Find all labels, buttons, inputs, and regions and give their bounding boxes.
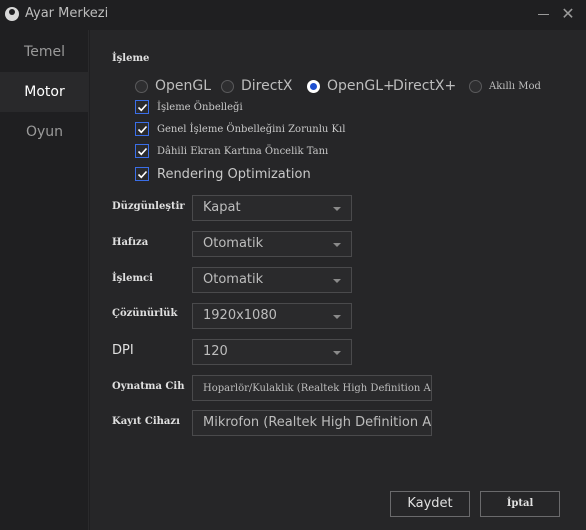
check-icon	[135, 144, 149, 158]
render-section-label: İşleme	[112, 53, 150, 64]
select-value: Otomatik	[203, 272, 264, 287]
recording-device-label: Kayıt Cihazı	[112, 416, 180, 427]
radio-label: Akıllı Mod	[489, 80, 541, 92]
sidebar-item-motor[interactable]: Motor	[0, 72, 89, 112]
checkbox-integrated-gpu-priority[interactable]: Dâhili Ekran Kartına Öncelik Tanı	[135, 142, 328, 160]
cpu-select[interactable]: Otomatik	[192, 267, 352, 293]
select-value: Otomatik	[203, 236, 264, 251]
memory-select[interactable]: Otomatik	[192, 231, 352, 257]
checkbox-label: İşleme Önbelleği	[157, 101, 243, 113]
settings-panel: İşleme OpenGL DirectX OpenGL+ DirectX+ A…	[90, 30, 586, 530]
cpu-label: İşlemci	[112, 273, 153, 284]
radio-dot	[221, 79, 234, 93]
save-button[interactable]: Kaydet	[390, 491, 470, 517]
close-icon: ✕	[561, 4, 575, 23]
radio-directx-plus[interactable]: DirectX+	[393, 76, 456, 96]
title-bar: Ayar Merkezi ✕	[0, 0, 586, 30]
radio-opengl[interactable]: OpenGL	[135, 76, 211, 96]
check-icon	[135, 100, 149, 114]
resolution-label: Çözünürlük	[112, 308, 178, 319]
app-logo-icon	[5, 7, 19, 21]
playback-device-label: Oynatma Cih	[112, 381, 185, 392]
radio-dot	[307, 79, 320, 93]
select-value: Mikrofon (Realtek High Definition Audio)	[203, 415, 431, 430]
radio-dot	[469, 79, 482, 93]
check-icon	[135, 167, 149, 181]
chevron-down-icon	[333, 279, 341, 283]
playback-device-select[interactable]: Hoparlör/Kulaklık (Realtek High Definiti…	[192, 375, 432, 401]
sidebar-item-oyun[interactable]: Oyun	[0, 112, 89, 152]
checkbox-rendering-optimization[interactable]: Rendering Optimization	[135, 165, 311, 183]
select-value: 120	[203, 344, 228, 359]
checkbox-label: Rendering Optimization	[157, 166, 311, 182]
dpi-label: DPI	[112, 343, 134, 358]
chevron-down-icon	[333, 207, 341, 211]
select-value: Hoparlör/Kulaklık (Realtek High Definiti…	[203, 383, 431, 394]
check-icon	[135, 122, 149, 136]
checkbox-global-render-cache[interactable]: Genel İşleme Önbelleğini Zorunlu Kıl	[135, 120, 345, 138]
radio-smart-mode[interactable]: Akıllı Mod	[469, 76, 541, 96]
memory-label: Hafıza	[112, 237, 149, 248]
window-title: Ayar Merkezi	[25, 6, 109, 21]
checkbox-render-cache[interactable]: İşleme Önbelleği	[135, 98, 243, 116]
radio-label: DirectX+	[393, 78, 457, 94]
radio-label: DirectX	[241, 78, 293, 94]
select-value: Kapat	[203, 200, 241, 215]
antialias-label: Düzgünleştir	[112, 201, 185, 212]
minimize-icon	[537, 14, 549, 15]
close-button[interactable]: ✕	[557, 4, 579, 24]
cancel-button[interactable]: İptal	[480, 491, 560, 517]
chevron-down-icon	[333, 315, 341, 319]
antialias-select[interactable]: Kapat	[192, 195, 352, 221]
checkbox-label: Genel İşleme Önbelleğini Zorunlu Kıl	[157, 123, 346, 135]
radio-opengl-plus[interactable]: OpenGL+	[307, 76, 395, 96]
resolution-select[interactable]: 1920x1080	[192, 303, 352, 329]
minimize-button[interactable]	[532, 4, 554, 24]
select-value: 1920x1080	[203, 308, 277, 323]
recording-device-select[interactable]: Mikrofon (Realtek High Definition Audio)	[192, 410, 432, 436]
dpi-select[interactable]: 120	[192, 339, 352, 365]
chevron-down-icon	[333, 351, 341, 355]
sidebar-item-temel[interactable]: Temel	[0, 32, 89, 72]
radio-label: OpenGL+	[327, 78, 395, 94]
radio-directx[interactable]: DirectX	[221, 76, 293, 96]
chevron-down-icon	[333, 243, 341, 247]
radio-dot	[135, 79, 148, 93]
sidebar: Temel Motor Oyun	[0, 30, 89, 530]
radio-label: OpenGL	[155, 78, 212, 94]
checkbox-label: Dâhili Ekran Kartına Öncelik Tanı	[157, 145, 329, 157]
